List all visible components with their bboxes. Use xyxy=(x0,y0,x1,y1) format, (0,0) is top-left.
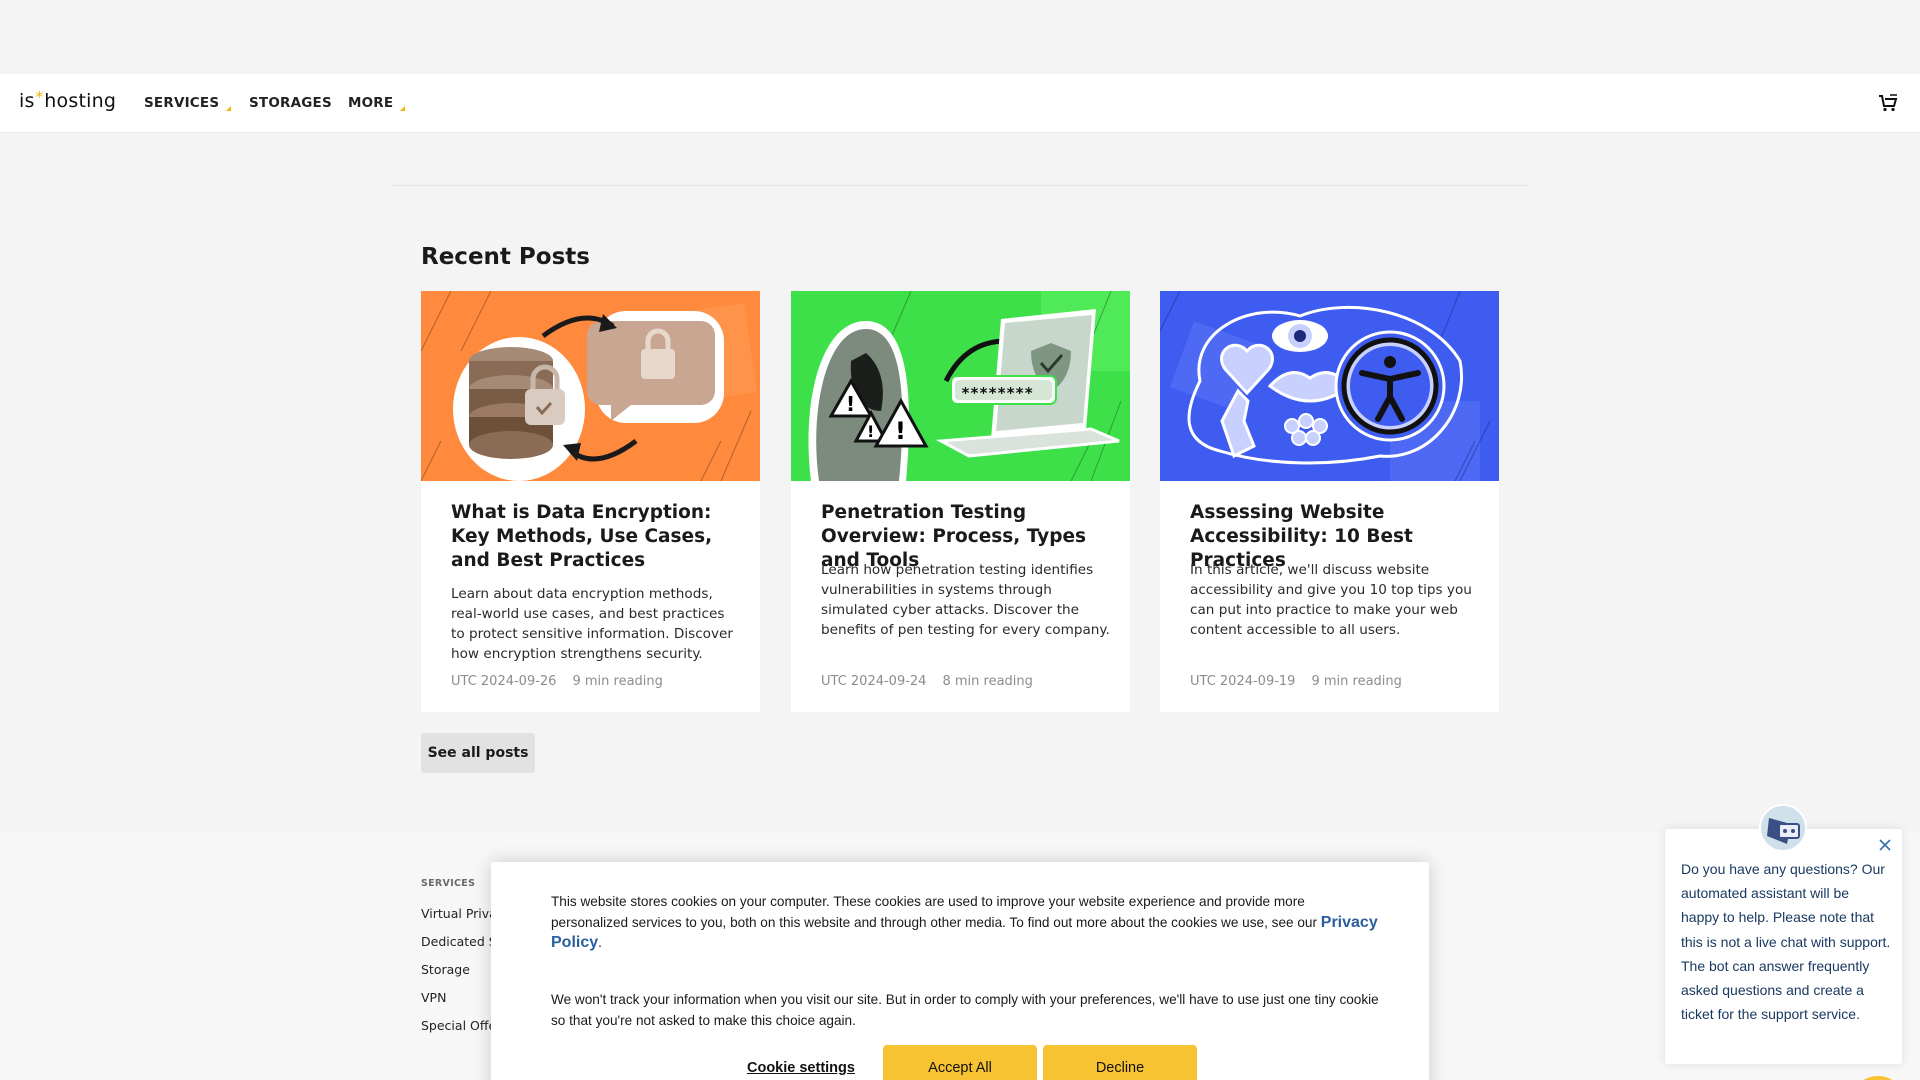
post-image-encryption xyxy=(421,291,760,481)
nav-services-label: SERVICES xyxy=(144,95,220,111)
post-date: UTC 2024-09-26 xyxy=(451,674,557,689)
recent-posts-heading: Recent Posts xyxy=(421,244,590,270)
footer-link-dedicated[interactable]: Dedicated Server xyxy=(421,934,501,949)
nav-storages[interactable]: STORAGES xyxy=(249,95,332,111)
chatbot-avatar[interactable] xyxy=(1759,804,1807,852)
cookie-settings-link[interactable]: Cookie settings xyxy=(747,1060,855,1076)
logo-text-left: is xyxy=(19,90,35,112)
logo-text-right: hosting xyxy=(44,90,117,112)
footer-link-storage[interactable]: Storage xyxy=(421,962,501,977)
post-reading-time: 9 min reading xyxy=(1311,674,1402,689)
footer-link-vps[interactable]: Virtual Private Server xyxy=(421,906,501,921)
post-description: Learn about data encryption methods, rea… xyxy=(451,586,733,662)
post-meta: UTC 2024-09-19 9 min reading xyxy=(1190,674,1402,689)
post-title[interactable]: What is Data Encryption: Key Methods, Us… xyxy=(451,501,741,573)
chatbot-message: Do you have any questions? Our automated… xyxy=(1681,861,1891,1023)
nav-more[interactable]: MORE xyxy=(348,95,406,111)
cookie-text-main: This website stores cookies on your comp… xyxy=(551,894,1317,930)
footer-services-heading: SERVICES xyxy=(421,878,476,889)
post-reading-time: 8 min reading xyxy=(942,674,1033,689)
svg-text:!: ! xyxy=(895,417,906,445)
post-card[interactable]: ! ! ! ******** Penetration Testing Overv… xyxy=(791,291,1130,712)
cookie-banner: This website stores cookies on your comp… xyxy=(491,862,1429,1080)
post-meta: UTC 2024-09-26 9 min reading xyxy=(451,674,663,689)
decline-button[interactable]: Decline xyxy=(1043,1045,1197,1080)
post-card[interactable]: Assessing Website Accessibility: 10 Best… xyxy=(1160,291,1499,712)
chatbot-popup: Do you have any questions? Our automated… xyxy=(1665,829,1902,1064)
section-divider xyxy=(392,185,1528,186)
footer-link-vpn[interactable]: VPN xyxy=(421,990,501,1005)
svg-text:!: ! xyxy=(867,422,874,441)
cart-icon[interactable] xyxy=(1878,94,1898,112)
post-image-accessibility xyxy=(1160,291,1499,481)
cookie-text-secondary: We won't track your information when you… xyxy=(551,992,1379,1028)
post-description: In this article, we'll discuss website a… xyxy=(1190,562,1472,638)
accept-all-button[interactable]: Accept All xyxy=(883,1045,1037,1080)
svg-text:!: ! xyxy=(846,392,855,416)
cookie-text: This website stores cookies on your comp… xyxy=(551,894,1378,951)
close-icon[interactable] xyxy=(1878,838,1892,852)
password-text: ******** xyxy=(961,384,1033,402)
post-date: UTC 2024-09-24 xyxy=(821,674,927,689)
post-card[interactable]: What is Data Encryption: Key Methods, Us… xyxy=(421,291,760,712)
brand-logo[interactable]: is * hosting xyxy=(19,88,117,112)
logo-star-icon: * xyxy=(35,88,44,106)
dropdown-caret-icon xyxy=(226,106,232,111)
footer-link-special-offers[interactable]: Special Offers xyxy=(421,1018,501,1033)
nav-more-label: MORE xyxy=(348,95,394,111)
post-date: UTC 2024-09-19 xyxy=(1190,674,1296,689)
top-nav: is * hosting SERVICES STORAGES MORE xyxy=(0,74,1920,133)
see-all-posts-button[interactable]: See all posts xyxy=(421,733,535,773)
post-image-pentest: ! ! ! ******** xyxy=(791,291,1130,481)
dropdown-caret-icon xyxy=(400,106,406,111)
post-description: Learn how penetration testing identifies… xyxy=(821,562,1110,638)
nav-services[interactable]: SERVICES xyxy=(144,95,232,111)
post-meta: UTC 2024-09-24 8 min reading xyxy=(821,674,1033,689)
nav-storages-label: STORAGES xyxy=(249,95,332,111)
post-reading-time: 9 min reading xyxy=(572,674,663,689)
